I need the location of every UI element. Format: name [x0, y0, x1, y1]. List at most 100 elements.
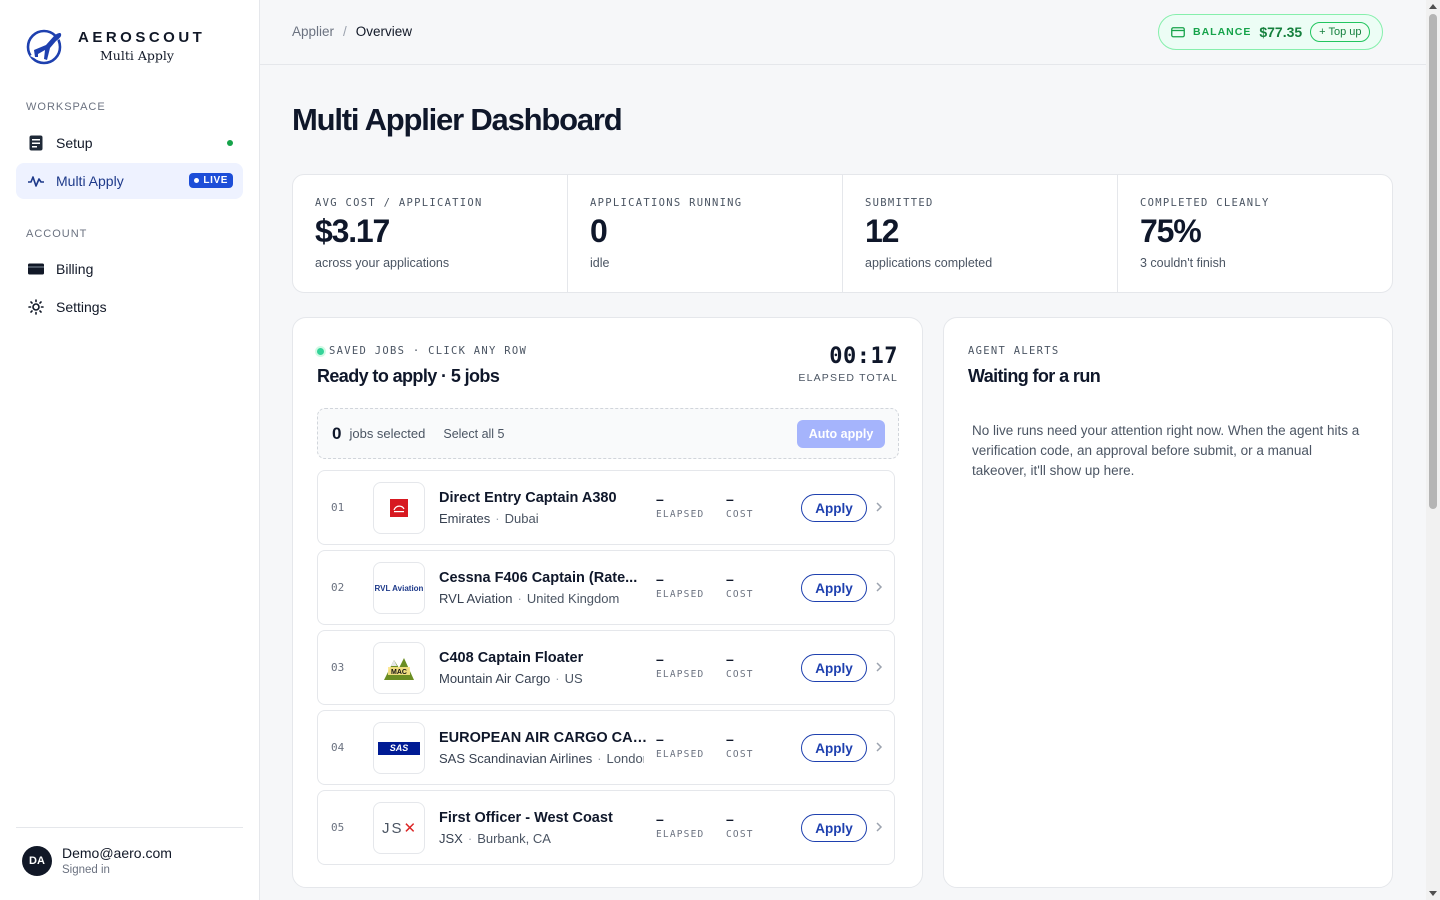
scroll-thumb[interactable]	[1429, 14, 1437, 509]
scroll-up-arrow-icon[interactable]	[1429, 4, 1437, 9]
stat-label: SUBMITTED	[865, 197, 934, 209]
job-title: Cessna F406 Captain (Rate...	[439, 570, 638, 586]
agent-alerts-body: No live runs need your attention right n…	[972, 423, 1360, 478]
job-company: Mountain Air Cargo	[439, 671, 551, 686]
agent-alerts-title: Waiting for a run	[968, 366, 1101, 386]
saved-jobs-eyebrow: SAVED JOBS · CLICK ANY ROW	[317, 345, 527, 357]
job-number: 01	[331, 501, 345, 514]
chevron-right-icon[interactable]	[875, 580, 883, 594]
apply-button[interactable]: Apply	[801, 494, 867, 522]
divider	[16, 827, 243, 828]
breadcrumb-overview: Overview	[355, 24, 413, 39]
top-up-button[interactable]: + Top up	[1310, 22, 1371, 42]
elapsed-metric: – ELAPSED	[656, 571, 705, 600]
breadcrumb-applier[interactable]: Applier	[292, 24, 334, 39]
stats-panel: AVG COST / APPLICATION $3.17 across your…	[292, 174, 1393, 293]
elapsed-timer: 00:17 ELAPSED TOTAL	[798, 344, 898, 384]
balance-value: $77.35	[1259, 24, 1303, 40]
sidebar-item-label: Billing	[56, 261, 94, 277]
rvl-aviation-logo: RVL Aviation	[373, 562, 425, 614]
user-email: Demo@aero.com	[62, 845, 172, 861]
apply-button[interactable]: Apply	[801, 574, 867, 602]
sidebar-item-settings[interactable]: Settings	[16, 289, 243, 325]
job-row[interactable]: 05 JS ✕ First Officer - West Coast JSX · Bu…	[317, 790, 895, 865]
job-meta: RVL Aviation · United Kingdom	[439, 591, 620, 606]
job-title: EUROPEAN AIR CARGO CAP...	[439, 730, 649, 746]
avatar: DA	[22, 845, 52, 876]
chevron-right-icon[interactable]	[875, 740, 883, 754]
cost-metric: – COST	[726, 651, 754, 680]
sidebar-item-multi-apply[interactable]: Multi Apply LIVE	[16, 163, 243, 199]
stat-sub: 3 couldn't finish	[1140, 256, 1226, 270]
sidebar-item-billing[interactable]: Billing	[16, 251, 243, 287]
stat-value: 0	[590, 213, 608, 249]
user-profile[interactable]: DA Demo@aero.com Signed in	[22, 845, 172, 876]
section-label-account: ACCOUNT	[26, 228, 88, 240]
job-location: Dubai	[504, 511, 539, 526]
job-title: First Officer - West Coast	[439, 810, 613, 826]
airplane-globe-logo-icon	[26, 29, 64, 65]
breadcrumb: Applier / Overview	[292, 24, 412, 39]
job-meta: Emirates · Dubai	[439, 511, 539, 526]
apply-button[interactable]: Apply	[801, 814, 867, 842]
wallet-icon	[1171, 27, 1185, 38]
chevron-right-icon[interactable]	[875, 660, 883, 674]
status-dot	[227, 140, 233, 146]
job-location: US	[564, 671, 583, 686]
stat-value: 75%	[1140, 213, 1202, 249]
page-title: Multi Applier Dashboard	[292, 102, 623, 137]
sidebar-item-label: Multi Apply	[56, 173, 124, 189]
job-location: London	[606, 751, 644, 766]
balance-pill: BALANCE $77.35 + Top up	[1158, 14, 1383, 50]
jsx-logo: JS ✕	[373, 802, 425, 854]
stat-completed-cleanly: COMPLETED CLEANLY 75% 3 couldn't finish	[1118, 175, 1392, 292]
auto-apply-button[interactable]: Auto apply	[797, 420, 885, 448]
stat-value: $3.17	[315, 213, 390, 249]
job-title: C408 Captain Floater	[439, 650, 584, 666]
job-number: 02	[331, 581, 345, 594]
cost-metric: – COST	[726, 491, 754, 520]
stat-sub: across your applications	[315, 256, 450, 270]
brand[interactable]: AEROSCOUT Multi Apply	[24, 26, 205, 66]
activity-icon	[28, 173, 44, 189]
job-row[interactable]: 01 Direct Entry Captain A380 Emirates · Du…	[317, 470, 895, 545]
sidebar-item-setup[interactable]: Setup	[16, 125, 243, 161]
svg-text:MAC: MAC	[391, 669, 407, 676]
brand-name: AEROSCOUT	[78, 29, 206, 46]
elapsed-metric: – ELAPSED	[656, 731, 705, 760]
gear-icon	[28, 299, 44, 315]
chevron-right-icon[interactable]	[875, 500, 883, 514]
balance-label: BALANCE	[1193, 26, 1252, 38]
job-number: 05	[331, 821, 345, 834]
job-company: Emirates	[439, 511, 491, 526]
stat-label: APPLICATIONS RUNNING	[590, 197, 743, 209]
page-scrollbar[interactable]	[1426, 0, 1440, 900]
sidebar-item-label: Setup	[56, 135, 93, 151]
apply-button[interactable]: Apply	[801, 734, 867, 762]
scroll-down-arrow-icon[interactable]	[1429, 891, 1437, 896]
elapsed-metric: – ELAPSED	[656, 491, 705, 520]
job-row[interactable]: 04 SAS EUROPEAN AIR CARGO CAP... SAS Sca…	[317, 710, 895, 785]
apply-button[interactable]: Apply	[801, 654, 867, 682]
job-company: SAS Scandinavian Airlines	[439, 751, 593, 766]
cost-metric: – COST	[726, 731, 754, 760]
stat-label: COMPLETED CLEANLY	[1140, 197, 1270, 209]
emirates-logo	[373, 482, 425, 534]
job-row[interactable]: 03 MAC C408 Captain Floater Mountain Air…	[317, 630, 895, 705]
brand-subtitle: Multi Apply	[100, 48, 174, 63]
job-row[interactable]: 02 RVL Aviation Cessna F406 Captain (Rat…	[317, 550, 895, 625]
stat-avg-cost: AVG COST / APPLICATION $3.17 across your…	[293, 175, 568, 292]
saved-jobs-card: SAVED JOBS · CLICK ANY ROW Ready to appl…	[292, 317, 923, 888]
sidebar: AEROSCOUT Multi Apply WORKSPACE Setup Mu…	[0, 0, 260, 900]
status-dot	[317, 347, 324, 355]
job-number: 03	[331, 661, 345, 674]
stat-applications-running: APPLICATIONS RUNNING 0 idle	[568, 175, 843, 292]
job-meta: Mountain Air Cargo · US	[439, 671, 583, 686]
stat-submitted: SUBMITTED 12 applications completed	[843, 175, 1118, 292]
chevron-right-icon[interactable]	[875, 820, 883, 834]
section-label-workspace: WORKSPACE	[26, 101, 106, 113]
select-all-button[interactable]: Select all 5	[443, 427, 504, 441]
breadcrumb-separator: /	[343, 24, 347, 39]
job-meta: JSX · Burbank, CA	[439, 831, 551, 846]
job-location: Burbank, CA	[477, 831, 551, 846]
